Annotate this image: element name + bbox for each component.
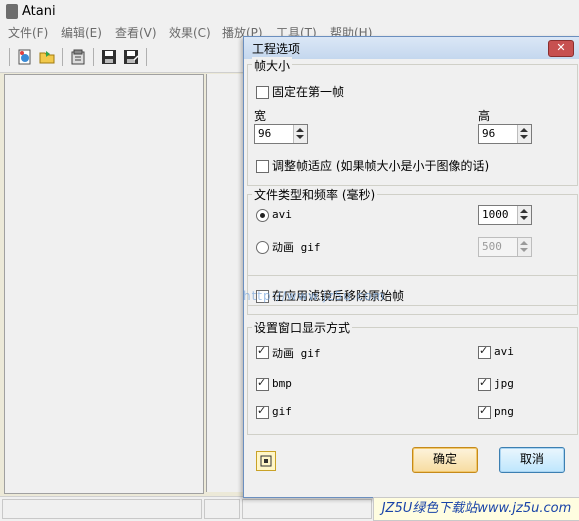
project-options-dialog: 工程选项 ✕ 帧大小 固定在第一帧 宽 96 高 96 调整帧适应 (如果帧大小… xyxy=(243,36,579,498)
dialog-title-bar: 工程选项 ✕ xyxy=(244,37,579,59)
avi-rate-spinner[interactable]: 1000 xyxy=(478,205,532,225)
avi-radio[interactable] xyxy=(256,209,269,222)
watermark-text: http://www.jz5u.com xyxy=(243,289,386,303)
menu-view[interactable]: 查看(V) xyxy=(115,24,157,42)
display-jpg-checkbox[interactable] xyxy=(478,376,491,391)
open-folder-icon[interactable] xyxy=(38,48,56,66)
height-label: 高 xyxy=(478,109,491,123)
display-label: 设置窗口显示方式 xyxy=(252,319,353,336)
gif-label: 动画 gif xyxy=(272,241,321,254)
display-png-label: png xyxy=(494,405,514,418)
status-cell xyxy=(204,499,240,519)
width-value: 96 xyxy=(258,127,272,140)
gif-rate-spinner: 500 xyxy=(478,237,532,257)
width-spin-buttons[interactable] xyxy=(293,125,307,143)
save-icon[interactable] xyxy=(100,48,118,66)
height-value: 96 xyxy=(482,127,496,140)
app-title: Atani xyxy=(22,4,56,19)
toolbar-separator xyxy=(93,48,94,66)
display-gif-anim-checkbox[interactable] xyxy=(256,344,269,359)
fit-frame-label: 调整帧适应 (如果帧大小是小于图像的话) xyxy=(272,159,490,173)
main-title-bar: Atani xyxy=(0,0,579,24)
gif-rate-value: 500 xyxy=(482,240,502,253)
display-bmp-checkbox[interactable] xyxy=(256,376,269,391)
dialog-title: 工程选项 xyxy=(252,42,301,56)
avi-rate-value: 1000 xyxy=(482,208,509,221)
status-cell xyxy=(242,499,372,519)
gif-radio[interactable] xyxy=(256,241,269,254)
width-label: 宽 xyxy=(254,109,267,123)
display-bmp-label: bmp xyxy=(272,377,292,390)
height-spin-buttons[interactable] xyxy=(517,125,531,143)
status-cell xyxy=(2,499,202,519)
display-gif-anim-label: 动画 gif xyxy=(272,347,321,360)
file-type-label: 文件类型和频率 (毫秒) xyxy=(252,186,378,203)
ok-button[interactable]: 确定 xyxy=(412,447,478,473)
fix-first-frame-checkbox[interactable] xyxy=(256,86,269,99)
toolbar-separator xyxy=(62,48,63,66)
menu-effects[interactable]: 效果(C) xyxy=(169,24,211,42)
fit-frame-checkbox[interactable] xyxy=(256,160,269,173)
frames-panel[interactable] xyxy=(4,74,204,494)
avi-rate-spin-buttons[interactable] xyxy=(517,206,531,224)
preview-icon[interactable] xyxy=(256,451,276,471)
avi-label: avi xyxy=(272,208,292,221)
height-spinner[interactable]: 96 xyxy=(478,124,532,144)
corner-watermark: JZ5U绿色下载站www.jz5u.com xyxy=(373,497,579,521)
display-avi-checkbox[interactable] xyxy=(478,344,491,359)
display-jpg-label: jpg xyxy=(494,377,514,390)
display-gif-checkbox[interactable] xyxy=(256,404,269,419)
cancel-button[interactable]: 取消 xyxy=(499,447,565,473)
display-png-checkbox[interactable] xyxy=(478,404,491,419)
display-avi-label: avi xyxy=(494,345,514,358)
app-icon xyxy=(6,4,18,19)
display-group xyxy=(247,327,578,435)
gif-rate-spin-buttons xyxy=(517,238,531,256)
menu-file[interactable]: 文件(F) xyxy=(8,24,48,42)
save-as-icon[interactable] xyxy=(122,48,140,66)
display-gif-label: gif xyxy=(272,405,292,418)
frame-size-label: 帧大小 xyxy=(252,57,293,74)
new-project-icon[interactable] xyxy=(16,48,34,66)
fix-first-frame-label: 固定在第一帧 xyxy=(272,85,345,99)
width-spinner[interactable]: 96 xyxy=(254,124,308,144)
toolbar-grip xyxy=(9,48,10,66)
properties-icon[interactable] xyxy=(69,48,87,66)
close-button[interactable]: ✕ xyxy=(548,40,574,57)
menu-edit[interactable]: 编辑(E) xyxy=(61,24,102,42)
toolbar-separator xyxy=(146,48,147,66)
